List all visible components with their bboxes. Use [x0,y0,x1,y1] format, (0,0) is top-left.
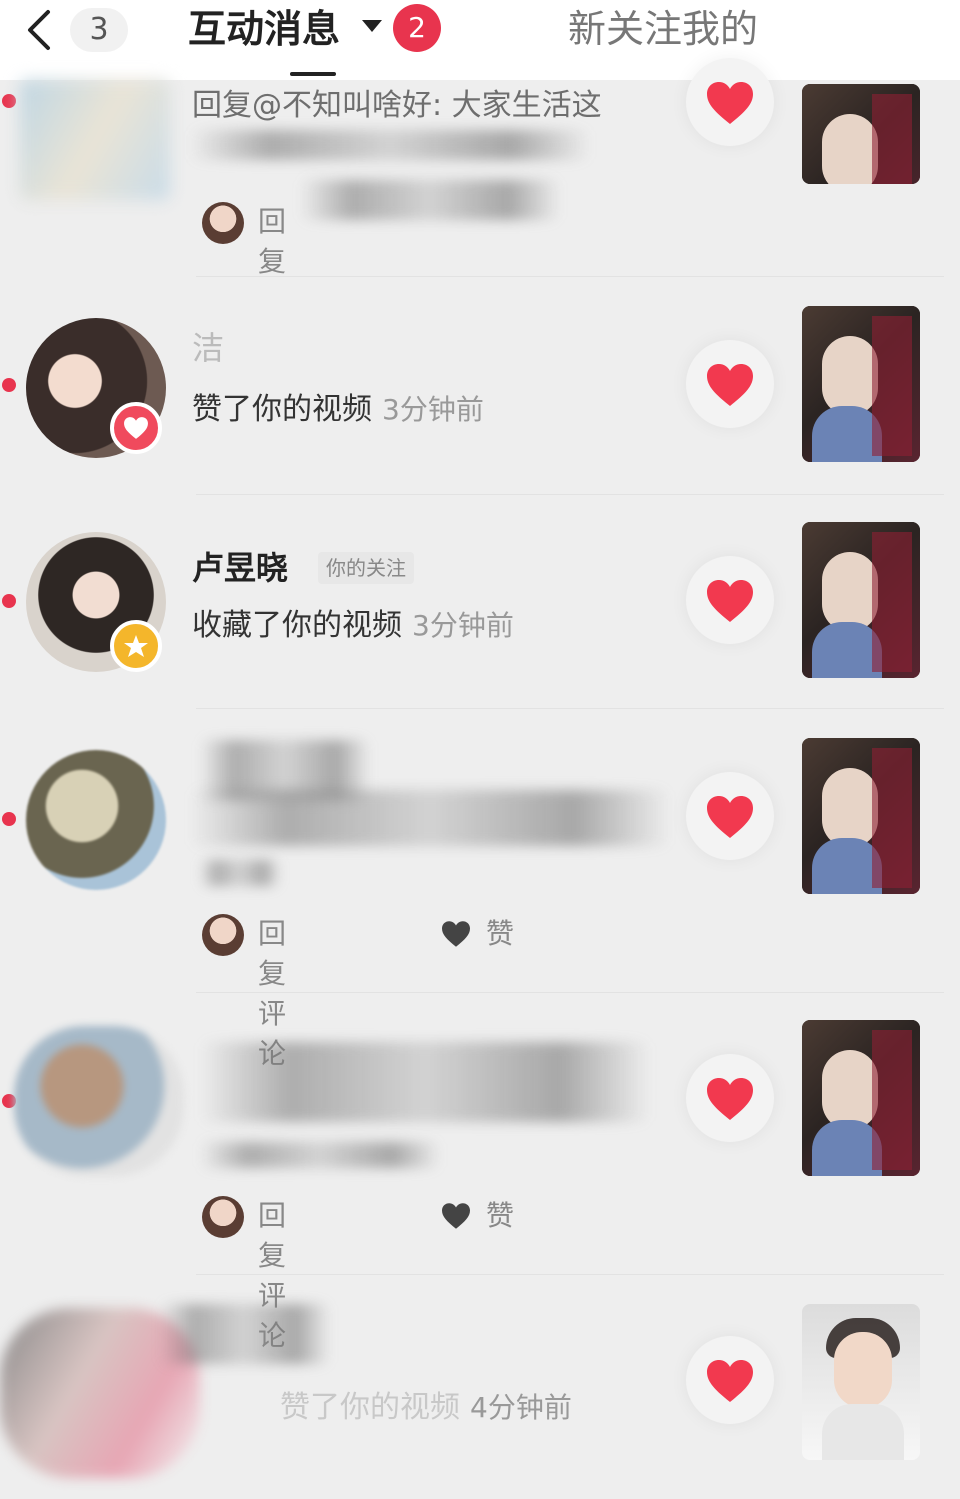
action-text: 赞了你的视频 4分钟前 [280,1388,572,1428]
action-label: 收藏了你的视频 [192,608,402,643]
user-name[interactable]: 洁 [192,328,224,368]
heart-icon [124,417,148,439]
heart-icon [707,82,753,124]
timestamp: 3分钟前 [382,393,484,426]
message-row[interactable]: 回复评论 赞 [0,1012,960,1352]
thumbnail-face [822,768,878,848]
thumbnail-face [822,552,878,632]
message-row[interactable]: 回复@不知叫啥好: 大家生活这 回复 [0,58,960,278]
comment-preview: 回复@不知叫啥好: 大家生活这 [192,88,602,123]
blurred-text [200,1142,440,1168]
avatar[interactable] [14,1026,184,1176]
unread-badge: 2 [393,4,441,52]
message-row[interactable]: 洁 赞了你的视频 3分钟前 [0,298,960,495]
video-thumbnail[interactable] [802,1304,920,1460]
avatar[interactable] [20,80,170,200]
thumbnail-face [822,336,878,416]
blurred-text [190,790,670,846]
action-text: 赞了你的视频 3分钟前 [192,390,484,430]
thumbnail-accent [872,94,912,184]
chevron-left-icon [28,10,50,50]
like-back-button[interactable] [686,340,774,428]
timestamp: 3分钟前 [412,609,514,642]
like-comment-button[interactable]: 赞 [486,1196,514,1236]
unread-dot [2,812,16,826]
video-thumbnail[interactable] [802,522,920,678]
messages-page: 3 互动消息 2 新关注我的 回复@不知叫啥好: 大家生活这 回复 洁 赞了你的… [0,0,960,1499]
user-name[interactable]: 卢昱晓 [192,548,288,588]
tab-new-followers[interactable]: 新关注我的 [568,4,758,54]
back-count-badge: 3 [70,8,128,52]
message-row[interactable]: 回复评论 赞 [0,730,960,1070]
blurred-text [160,1304,330,1364]
thumbnail-accent [872,1030,912,1170]
like-comment-button[interactable]: 赞 [486,914,514,954]
video-thumbnail[interactable] [802,738,920,894]
avatar [202,1196,244,1238]
thumbnail-face [822,114,878,184]
avatar [202,202,244,244]
thumbnail-face [834,1332,892,1408]
divider [196,276,944,277]
top-bar: 3 互动消息 2 新关注我的 [0,0,960,80]
heart-icon [707,580,753,622]
heart-icon[interactable] [440,1202,472,1230]
blurred-text [300,180,560,220]
tab-indicator [290,72,336,76]
video-thumbnail[interactable] [802,1020,920,1176]
like-badge [110,402,162,454]
divider [196,1274,944,1275]
heart-icon [707,1078,753,1120]
unread-dot [2,378,16,392]
thumbnail-face [822,1050,878,1130]
message-row[interactable]: 卢昱晓 你的关注 收藏了你的视频 3分钟前 [0,512,960,709]
caret-down-icon[interactable] [362,20,382,32]
like-back-button[interactable] [686,556,774,644]
reply-comment-button[interactable]: 回复 [258,202,286,282]
unread-dot [2,594,16,608]
thumbnail-accent [872,532,912,672]
blurred-text [200,1042,650,1122]
heart-icon [707,364,753,406]
message-row[interactable]: 赞了你的视频 4分钟前 [0,1294,960,1499]
avatar [202,914,244,956]
divider [196,992,944,993]
action-text: 收藏了你的视频 3分钟前 [192,606,514,646]
heart-icon [707,1360,753,1402]
action-label: 赞了你的视频 [192,392,372,427]
divider [196,708,944,709]
timestamp: 4分钟前 [470,1391,572,1424]
favorite-badge [110,620,162,672]
blurred-text [190,130,590,160]
avatar[interactable] [26,750,166,890]
thumbnail-accent [872,316,912,456]
thumbnail-body [822,1404,904,1460]
heart-icon[interactable] [440,920,472,948]
divider [196,494,944,495]
video-thumbnail[interactable] [802,84,920,184]
tab-interaction-messages[interactable]: 互动消息 [188,4,340,54]
unread-dot [2,94,16,108]
thumbnail-accent [872,748,912,888]
like-back-button[interactable] [686,1054,774,1142]
star-icon [124,635,148,657]
like-back-button[interactable] [686,1336,774,1424]
like-back-button[interactable] [686,772,774,860]
action-label: 赞了你的视频 [280,1390,460,1425]
heart-icon [707,796,753,838]
blurred-text [200,860,280,886]
like-back-button[interactable] [686,58,774,146]
back-button[interactable] [20,8,60,52]
following-tag: 你的关注 [318,552,414,584]
video-thumbnail[interactable] [802,306,920,462]
